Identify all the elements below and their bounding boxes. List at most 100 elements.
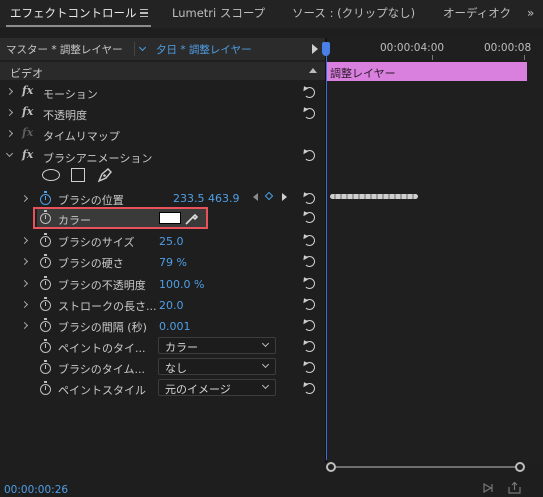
brush-time-value: なし [165, 362, 187, 375]
expand-chevron-icon[interactable] [20, 321, 29, 330]
double-chevron-right-icon[interactable]: » [527, 6, 534, 20]
reset-icon[interactable] [304, 108, 315, 119]
effect-brush-animation: ブラシアニメーション [43, 152, 153, 165]
color-swatch[interactable] [159, 212, 181, 224]
expand-chevron-icon[interactable] [5, 108, 14, 117]
reset-icon[interactable] [304, 341, 315, 352]
tab-audio[interactable]: オーディオク [443, 0, 511, 28]
chevron-down-icon [261, 381, 270, 390]
chevron-down-icon [261, 360, 270, 369]
scroll-handle-left[interactable] [326, 462, 336, 472]
param-brush-position: ブラシの位置 [58, 194, 124, 207]
timeline-scrollbar[interactable] [328, 466, 522, 468]
stopwatch-icon[interactable] [40, 297, 51, 311]
next-keyframe-icon[interactable] [282, 193, 287, 201]
time-marker-4s: 00:00:04:00 [380, 42, 445, 54]
brush-position-y[interactable]: 463.9 [208, 192, 240, 205]
add-keyframe-icon[interactable] [264, 191, 274, 201]
reset-icon[interactable] [304, 383, 315, 394]
expand-chevron-icon[interactable] [20, 300, 29, 309]
keyframe-track[interactable] [330, 194, 418, 199]
stroke-length-value[interactable]: 20.0 [159, 299, 184, 312]
param-paint-time: ペイントのタイ... [58, 342, 146, 355]
expand-chevron-icon[interactable] [20, 236, 29, 245]
param-brush-opacity: ブラシの不透明度 [58, 279, 146, 292]
brush-opacity-value[interactable]: 100.0 % [159, 278, 204, 291]
play-only-icon[interactable] [481, 481, 495, 495]
panel-tab-bar: エフェクトコントロール Lumetri スコープ ソース : (クリップなし) … [0, 0, 543, 28]
section-label: ビデオ [10, 67, 43, 80]
effect-opacity: 不透明度 [43, 109, 87, 122]
stopwatch-icon[interactable] [40, 381, 51, 395]
hamburger-icon[interactable] [140, 9, 148, 17]
brush-size-value[interactable]: 25.0 [159, 235, 184, 248]
stopwatch-icon[interactable] [40, 210, 51, 224]
reset-icon[interactable] [304, 256, 315, 267]
reset-icon[interactable] [304, 362, 315, 373]
source-clip-label[interactable]: 夕日 * 調整レイヤー [156, 42, 252, 57]
brush-position-x[interactable]: 233.5 [173, 192, 205, 205]
reset-icon[interactable] [304, 212, 315, 223]
brush-interval-value[interactable]: 0.001 [159, 320, 191, 333]
param-brush-hardness: ブラシの硬さ [58, 257, 124, 270]
stopwatch-icon[interactable] [40, 233, 51, 247]
expand-chevron-icon[interactable] [5, 87, 14, 96]
stopwatch-icon[interactable] [40, 339, 51, 353]
playhead-line[interactable] [326, 50, 327, 460]
stopwatch-icon[interactable] [40, 254, 51, 268]
expand-chevron-icon[interactable] [5, 129, 14, 138]
stopwatch-icon[interactable] [40, 276, 51, 290]
reset-icon[interactable] [304, 299, 315, 310]
tab-effect-controls[interactable]: エフェクトコントロール [10, 0, 137, 28]
reset-icon[interactable] [304, 87, 315, 98]
fx-icon[interactable]: fx [22, 84, 33, 97]
param-stroke-length: ストロークの長さ... [58, 300, 157, 313]
param-brush-time: ブラシのタイム... [58, 363, 146, 376]
reset-icon[interactable] [304, 320, 315, 331]
expand-chevron-icon[interactable] [20, 279, 29, 288]
expand-chevron-icon[interactable] [20, 194, 29, 203]
reset-icon[interactable] [304, 235, 315, 246]
rectangle-icon[interactable] [71, 168, 85, 182]
stopwatch-icon[interactable] [40, 191, 51, 205]
reset-icon[interactable] [304, 150, 315, 161]
expand-chevron-icon[interactable] [20, 257, 29, 266]
reset-icon[interactable] [304, 193, 315, 204]
paint-time-dropdown[interactable]: カラー [158, 337, 276, 354]
effect-header: マスター * 調整レイヤー 夕日 * 調整レイヤー [0, 38, 325, 60]
param-color: カラー [58, 214, 91, 227]
tab-lumetri-scopes[interactable]: Lumetri スコープ [172, 0, 265, 28]
timeline-area[interactable] [327, 38, 543, 463]
master-clip-label[interactable]: マスター * 調整レイヤー [6, 42, 123, 57]
paint-style-dropdown[interactable]: 元のイメージ [158, 379, 276, 396]
scroll-handle-right[interactable] [515, 462, 525, 472]
chevron-down-icon [261, 339, 270, 348]
stopwatch-icon[interactable] [40, 318, 51, 332]
playhead-handle[interactable] [322, 42, 330, 56]
prev-keyframe-icon[interactable] [253, 193, 258, 201]
brush-hardness-value[interactable]: 79 % [159, 256, 187, 269]
tab-source[interactable]: ソース : (クリップなし) [292, 0, 415, 28]
stopwatch-icon[interactable] [40, 360, 51, 374]
pen-icon[interactable] [96, 166, 114, 184]
effect-motion: モーション [43, 88, 98, 101]
clip-label: 調整レイヤー [330, 67, 396, 80]
export-icon[interactable] [507, 481, 523, 495]
active-tab-underline [6, 25, 151, 27]
timecode[interactable]: 00:00:00:26 [4, 484, 68, 496]
ellipse-icon[interactable] [42, 169, 60, 181]
fx-icon[interactable]: fx [22, 105, 33, 118]
play-triangle-icon[interactable] [312, 44, 318, 54]
chevron-down-icon[interactable] [138, 43, 147, 52]
collapse-chevron-icon[interactable] [5, 149, 14, 158]
time-marker-8s: 00:00:08 [484, 42, 532, 54]
brush-time-dropdown[interactable]: なし [158, 358, 276, 375]
collapse-triangle-icon[interactable] [309, 68, 317, 73]
fx-icon[interactable]: fx [22, 148, 33, 161]
adjustment-layer-clip[interactable]: 調整レイヤー [327, 62, 527, 81]
reset-icon[interactable] [304, 278, 315, 289]
video-section-header: ビデオ [0, 62, 325, 80]
fx-icon: fx [22, 126, 34, 139]
eyedropper-icon[interactable] [184, 210, 200, 226]
paint-time-value: カラー [165, 341, 198, 354]
